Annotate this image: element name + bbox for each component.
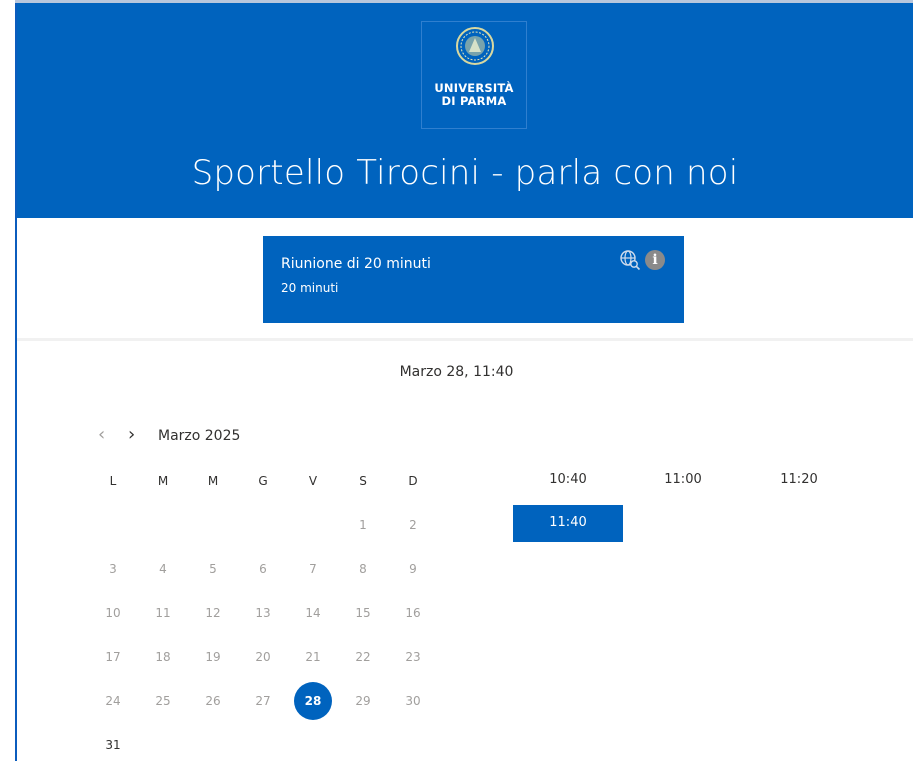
calendar-day: 6 [259, 562, 267, 576]
university-logo: UNIVERSITÀ DI PARMA [421, 21, 527, 129]
calendar-day: 10 [105, 606, 121, 620]
calendar-day: 14 [305, 606, 321, 620]
calendar-day: 24 [105, 694, 121, 708]
weekday-header: G [258, 474, 268, 488]
calendar-day: 5 [209, 562, 217, 576]
calendar-day: 7 [309, 562, 317, 576]
weekday-header: M [157, 474, 169, 488]
calendar-day: 30 [405, 694, 421, 708]
calendar-day: 21 [305, 650, 321, 664]
time-slot[interactable]: 11:20 [744, 462, 854, 498]
page-title: Sportello Tirocini - parla con noi [191, 153, 739, 193]
calendar-day: 2 [409, 518, 417, 532]
page-header: UNIVERSITÀ DI PARMA Sportello Tirocini -… [17, 3, 913, 218]
selected-datetime: Marzo 28, 11:40 [399, 364, 514, 380]
globe-search-icon[interactable] [619, 249, 641, 271]
calendar-day: 12 [205, 606, 221, 620]
weekday-header: S [359, 474, 367, 488]
service-card[interactable]: Riunione di 20 minuti 20 minuti i [263, 236, 684, 323]
calendar-day-selected[interactable]: 28 [288, 682, 338, 720]
time-slot[interactable]: 10:40 [513, 462, 623, 498]
weekday-header: D [408, 474, 418, 488]
calendar-day: 11 [155, 606, 171, 620]
calendar-day: 23 [405, 650, 421, 664]
calendar-day: 26 [205, 694, 221, 708]
calendar-day: 18 [155, 650, 171, 664]
university-seal-icon [456, 27, 494, 65]
weekday-header: V [308, 474, 318, 488]
calendar-day: 3 [109, 562, 117, 576]
month-label: Marzo 2025 [158, 428, 241, 444]
calendar-day: 25 [155, 694, 171, 708]
calendar-day: 19 [205, 650, 221, 664]
logo-line-2: DI PARMA [441, 94, 507, 108]
calendar-day: 17 [105, 650, 121, 664]
calendar-day: 15 [355, 606, 371, 620]
calendar-day: 8 [359, 562, 367, 576]
calendar-day: 16 [405, 606, 421, 620]
next-month-button[interactable]: › [128, 424, 146, 446]
calendar-day: 9 [409, 562, 417, 576]
selected-day-label: 28 [294, 682, 332, 720]
weekday-header: M [207, 474, 219, 488]
previous-month-button[interactable]: ‹ [98, 424, 116, 446]
info-icon[interactable]: i [645, 250, 665, 270]
calendar-day: 4 [159, 562, 167, 576]
weekday-header: L [109, 474, 117, 488]
calendar-day-available[interactable]: 31 [88, 727, 138, 763]
section-divider [17, 338, 913, 341]
service-duration: 20 minuti [281, 281, 339, 295]
calendar-day: 1 [359, 518, 367, 532]
time-slot[interactable]: 11:00 [628, 462, 738, 498]
calendar-day: 27 [255, 694, 271, 708]
calendar-day: 13 [255, 606, 271, 620]
calendar-day: 20 [255, 650, 271, 664]
calendar-day: 22 [355, 650, 371, 664]
logo-text: UNIVERSITÀ DI PARMA [422, 82, 526, 108]
service-name: Riunione di 20 minuti [281, 256, 431, 272]
time-slot-selected[interactable]: 11:40 [513, 505, 623, 542]
calendar-day: 29 [355, 694, 371, 708]
